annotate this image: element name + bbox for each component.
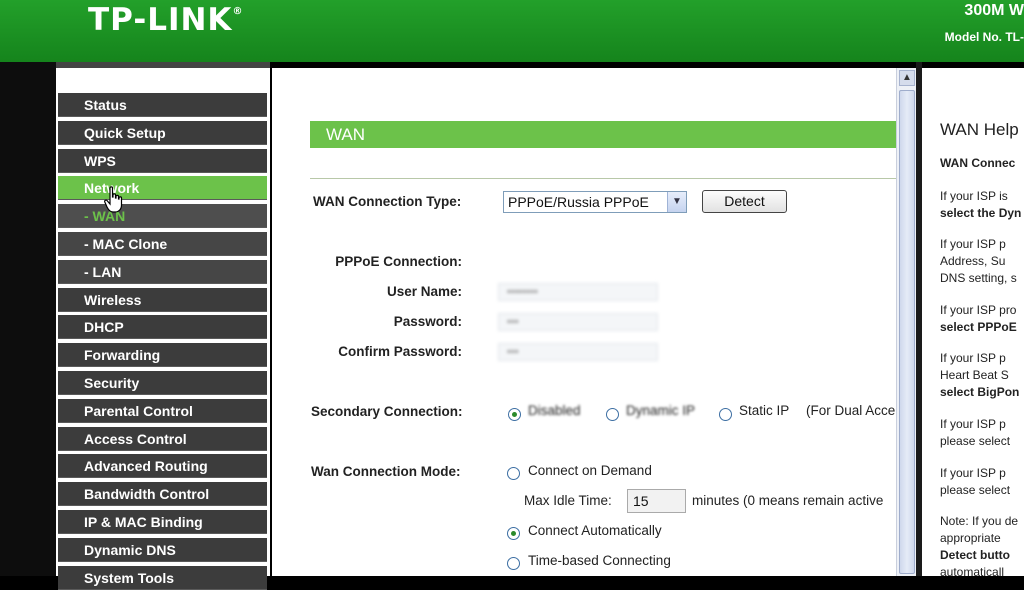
max-idle-time-label: Max Idle Time: — [524, 493, 612, 508]
help-text-line: please select — [940, 483, 1011, 497]
sidebar-item-network[interactable]: Network — [58, 176, 267, 200]
username-label: User Name: — [386, 284, 462, 299]
help-text-line: If your ISP pro — [940, 303, 1017, 317]
help-text-bold: select the Dyn — [940, 206, 1022, 220]
wan-connection-type-select[interactable]: PPPoE/Russia PPPoE ▼ — [503, 191, 687, 213]
help-text-line: select the Dyn — [940, 205, 1024, 222]
sidebar-item-wan[interactable]: - WAN — [58, 204, 267, 228]
help-text-line: If your ISP p — [940, 466, 1006, 480]
help-text-line: select PPPoE — [940, 320, 1017, 334]
sidebar-item-status[interactable]: Status — [58, 93, 267, 117]
wan-connection-mode-label: Wan Connection Mode: — [311, 464, 461, 479]
max-idle-time-input[interactable]: 15 — [627, 489, 686, 513]
sidebar-menu: Status Quick Setup WPS Network - WAN - MAC Cl… — [56, 62, 270, 590]
registered-mark: ® — [232, 6, 244, 17]
password-input[interactable]: ••• — [498, 313, 658, 331]
router-header: TP-LINK® 300M W Model No. TL- — [0, 0, 1024, 62]
help-text-line: please select — [940, 434, 1011, 448]
wan-connection-type-value: PPPoE/Russia PPPoE — [508, 194, 649, 210]
help-subtitle: WAN Connec — [940, 156, 1016, 170]
product-name: 300M W — [964, 2, 1024, 19]
connect-automatically-label: Connect Automatically — [528, 523, 662, 538]
max-idle-time-note: minutes (0 means remain active — [692, 493, 884, 508]
sidebar-item-ip-mac-binding[interactable]: IP & MAC Binding — [58, 510, 267, 534]
pppoe-connection-label: PPPoE Connection: — [335, 254, 462, 269]
help-text-line: automaticall — [940, 565, 1005, 576]
help-text-line: Note: If you de — [940, 514, 1019, 528]
sidebar-item-system-tools[interactable]: System Tools — [58, 566, 267, 590]
help-text-line: Heart Beat S — [940, 368, 1009, 382]
sidebar-item-parental-control[interactable]: Parental Control — [58, 399, 267, 423]
connect-on-demand-label: Connect on Demand — [528, 463, 652, 478]
window-edge — [0, 62, 56, 576]
help-text-line: Address, Su — [940, 254, 1006, 268]
help-title: WAN Help — [940, 120, 1019, 139]
help-text-line: Detect butto — [940, 548, 1010, 562]
wan-connection-type-label: WAN Connection Type: — [313, 194, 462, 209]
chevron-down-icon[interactable]: ▼ — [667, 192, 686, 212]
time-based-connecting-radio[interactable] — [507, 557, 520, 570]
confirm-password-input[interactable]: ••• — [498, 343, 658, 361]
password-label: Password: — [393, 314, 462, 329]
sidebar-item-security[interactable]: Security — [58, 371, 267, 395]
help-text-line: DNS setting, s — [940, 271, 1017, 285]
help-text-line: If your ISP is — [940, 189, 1008, 203]
logo-text: TP-LINK — [88, 2, 233, 38]
hand-cursor-icon — [104, 186, 123, 213]
sidebar-item-dhcp[interactable]: DHCP — [58, 315, 267, 339]
sidebar-item-dynamic-dns[interactable]: Dynamic DNS — [58, 538, 267, 562]
help-text-line: If your ISP p — [940, 417, 1006, 431]
wan-settings-panel: WAN WAN Connection Type: PPPoE/Russia PP… — [272, 68, 896, 576]
sidebar-item-bandwidth-control[interactable]: Bandwidth Control — [58, 482, 267, 506]
sidebar-item-mac-clone[interactable]: - MAC Clone — [58, 232, 267, 256]
sidebar-item-access-control[interactable]: Access Control — [58, 427, 267, 451]
section-divider — [310, 178, 896, 179]
help-text-line: If your ISP p — [940, 351, 1006, 365]
secondary-connection-label: Secondary Connection: — [311, 404, 463, 419]
secondary-disabled-radio[interactable] — [508, 408, 521, 421]
model-number: Model No. TL- — [944, 30, 1024, 44]
scroll-up-arrow-icon[interactable]: ▲ — [899, 70, 915, 86]
section-title: WAN — [310, 121, 896, 148]
confirm-password-label: Confirm Password: — [338, 344, 462, 359]
help-text-line: select BigPon — [940, 385, 1020, 399]
sidebar-item-wps[interactable]: WPS — [58, 149, 267, 173]
help-panel: WAN Help WAN Connec If your ISP is selec… — [922, 68, 1024, 576]
secondary-static-ip-label: Static IP — [739, 403, 790, 418]
help-text-line: appropriate — [940, 531, 1001, 545]
sidebar-item-lan[interactable]: - LAN — [58, 260, 267, 284]
sidebar-item-advanced-routing[interactable]: Advanced Routing — [58, 454, 267, 478]
secondary-disabled-label: Disabled — [528, 403, 581, 418]
secondary-connection-note: (For Dual Acce — [806, 403, 896, 418]
detect-button[interactable]: Detect — [702, 190, 787, 213]
tp-link-logo: TP-LINK® — [88, 2, 243, 38]
username-input[interactable]: •••••••• — [498, 283, 658, 301]
connect-automatically-radio[interactable] — [507, 527, 520, 540]
secondary-dynamic-ip-radio[interactable] — [606, 408, 619, 421]
connect-on-demand-radio[interactable] — [507, 467, 520, 480]
time-based-connecting-label: Time-based Connecting — [528, 553, 671, 568]
sidebar-item-wireless[interactable]: Wireless — [58, 288, 267, 312]
secondary-dynamic-ip-label: Dynamic IP — [626, 403, 696, 418]
secondary-static-ip-radio[interactable] — [719, 408, 732, 421]
sidebar-item-quick-setup[interactable]: Quick Setup — [58, 121, 267, 145]
help-text-line: If your ISP p — [940, 237, 1006, 251]
main-scrollbar[interactable]: ▲ — [896, 68, 917, 576]
scrollbar-thumb[interactable] — [899, 90, 915, 574]
sidebar-item-forwarding[interactable]: Forwarding — [58, 343, 267, 367]
